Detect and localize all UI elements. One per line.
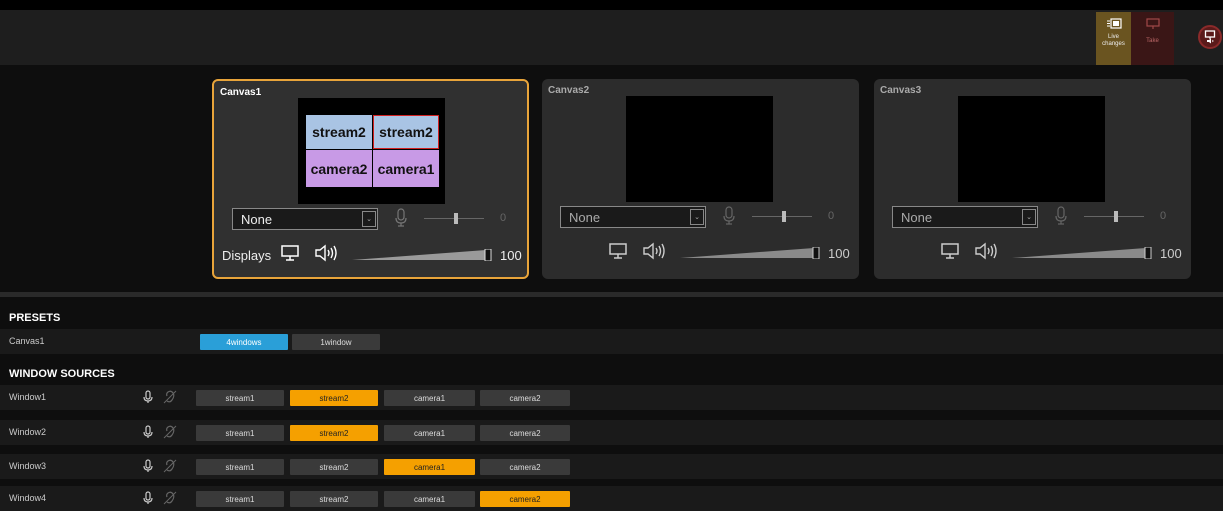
window-sources-heading: WINDOW SOURCES	[9, 368, 115, 380]
live-label-line1: Live	[1107, 34, 1119, 40]
preview-tile: stream2	[306, 115, 372, 149]
preset-row-label: Canvas1	[9, 336, 45, 346]
displays-label: Displays	[222, 248, 272, 263]
source-stream1-button[interactable]: stream1	[196, 491, 284, 507]
chevron-down-icon[interactable]: ⌄	[690, 209, 704, 225]
canvas-card-3[interactable]: Canvas3 None ⌄ 0 100	[874, 79, 1191, 279]
monitor-icon[interactable]	[608, 242, 628, 260]
preview-tile: camera1	[373, 150, 439, 187]
live-label-line2: changes	[1102, 41, 1125, 47]
chevron-down-icon[interactable]: ⌄	[1022, 209, 1036, 225]
display-volume-slider[interactable]	[352, 249, 492, 261]
speaker-icon[interactable]	[642, 242, 668, 260]
canvas-area: Canvas1 stream2 stream2 camera2 camera1 …	[0, 65, 1223, 292]
display-volume-value: 100	[828, 246, 850, 261]
microphone-icon[interactable]	[143, 459, 153, 473]
preset-4windows-button[interactable]: 4windows	[200, 334, 288, 350]
microphone-icon[interactable]	[143, 491, 153, 505]
source-stream2-button[interactable]: stream2	[290, 491, 378, 507]
preset-1window-button[interactable]: 1window	[292, 334, 380, 350]
audio-volume-slider[interactable]	[424, 213, 484, 224]
window-name: Window4	[9, 493, 47, 503]
window-source-row: Window4 stream1 stream2 camera1 camera2	[0, 486, 1223, 511]
display-volume-value: 100	[500, 248, 522, 263]
source-stream2-button[interactable]: stream2	[290, 459, 378, 475]
canvas-title: Canvas1	[220, 87, 262, 98]
window-source-row: Window1 stream1 stream2 camera1 camera2	[0, 385, 1223, 410]
preview-tile: camera2	[306, 150, 372, 187]
source-stream1-button[interactable]: stream1	[196, 390, 284, 406]
source-stream1-button[interactable]: stream1	[196, 425, 284, 441]
window-name: Window3	[9, 461, 47, 471]
microphone-icon[interactable]	[1054, 206, 1068, 226]
take-button[interactable]: Take	[1131, 12, 1174, 65]
top-toolbar	[0, 10, 1223, 65]
slider-handle[interactable]	[1114, 211, 1118, 222]
audio-source-select[interactable]: None ⌄	[232, 208, 378, 230]
window-source-row: Window3 stream1 stream2 camera1 camera2	[0, 454, 1223, 479]
display-volume-slider[interactable]	[1012, 247, 1152, 259]
presets-area: PRESETS Canvas1 4windows 1window WINDOW …	[0, 297, 1223, 511]
source-stream2-button[interactable]: stream2	[290, 425, 378, 441]
microphone-icon[interactable]	[143, 390, 153, 404]
source-camera1-button[interactable]: camera1	[384, 459, 475, 475]
preview-tile: stream2	[373, 115, 439, 149]
audio-volume-value: 0	[500, 212, 507, 224]
take-icon	[1145, 18, 1160, 29]
audio-volume-slider[interactable]	[752, 211, 812, 222]
display-volume-value: 100	[1160, 246, 1182, 261]
ear-icon[interactable]	[163, 425, 177, 439]
slider-handle[interactable]	[782, 211, 786, 222]
microphone-icon[interactable]	[143, 425, 153, 439]
window-name: Window2	[9, 427, 47, 437]
audio-source-select[interactable]: None ⌄	[560, 206, 706, 228]
canvas-preview[interactable]	[958, 96, 1105, 202]
canvas-preview[interactable]: stream2 stream2 camera2 camera1	[298, 98, 445, 204]
source-camera2-button[interactable]: camera2	[480, 491, 570, 507]
take-label: Take	[1146, 38, 1159, 44]
monitor-icon[interactable]	[280, 244, 300, 262]
stop-output-button[interactable]	[1198, 25, 1222, 49]
source-stream1-button[interactable]: stream1	[196, 459, 284, 475]
microphone-icon[interactable]	[394, 208, 408, 228]
source-camera1-button[interactable]: camera1	[384, 390, 475, 406]
source-camera2-button[interactable]: camera2	[480, 459, 570, 475]
ear-icon[interactable]	[163, 390, 177, 404]
audio-source-value: None	[241, 212, 273, 227]
presets-heading: PRESETS	[9, 312, 61, 324]
canvas-preview[interactable]	[626, 96, 773, 202]
monitor-speaker-icon	[1204, 30, 1216, 44]
canvas-title: Canvas3	[880, 85, 922, 96]
ear-icon[interactable]	[163, 491, 177, 505]
speaker-icon[interactable]	[314, 244, 340, 262]
audio-source-select[interactable]: None ⌄	[892, 206, 1038, 228]
source-stream2-button[interactable]: stream2	[290, 390, 378, 406]
source-camera2-button[interactable]: camera2	[480, 390, 570, 406]
canvas-title: Canvas2	[548, 85, 590, 96]
source-camera2-button[interactable]: camera2	[480, 425, 570, 441]
audio-source-value: None	[901, 210, 933, 225]
display-volume-slider[interactable]	[680, 247, 820, 259]
audio-source-value: None	[569, 210, 601, 225]
window-name: Window1	[9, 392, 47, 402]
monitor-icon[interactable]	[940, 242, 960, 260]
speaker-icon[interactable]	[974, 242, 1000, 260]
audio-volume-value: 0	[828, 210, 835, 222]
chevron-down-icon[interactable]: ⌄	[362, 211, 376, 227]
source-camera1-button[interactable]: camera1	[384, 425, 475, 441]
window-source-row: Window2 stream1 stream2 camera1 camera2	[0, 420, 1223, 445]
audio-volume-value: 0	[1160, 210, 1167, 222]
microphone-icon[interactable]	[722, 206, 736, 226]
ear-icon[interactable]	[163, 459, 177, 473]
audio-volume-slider[interactable]	[1084, 211, 1144, 222]
slider-handle[interactable]	[454, 213, 458, 224]
canvas-card-1[interactable]: Canvas1 stream2 stream2 camera2 camera1 …	[212, 79, 529, 279]
live-changes-button[interactable]: Live changes	[1096, 12, 1131, 65]
canvas-card-2[interactable]: Canvas2 None ⌄ 0 100	[542, 79, 859, 279]
source-camera1-button[interactable]: camera1	[384, 491, 475, 507]
live-changes-icon	[1106, 18, 1122, 29]
preset-row: Canvas1 4windows 1window	[0, 329, 1223, 354]
